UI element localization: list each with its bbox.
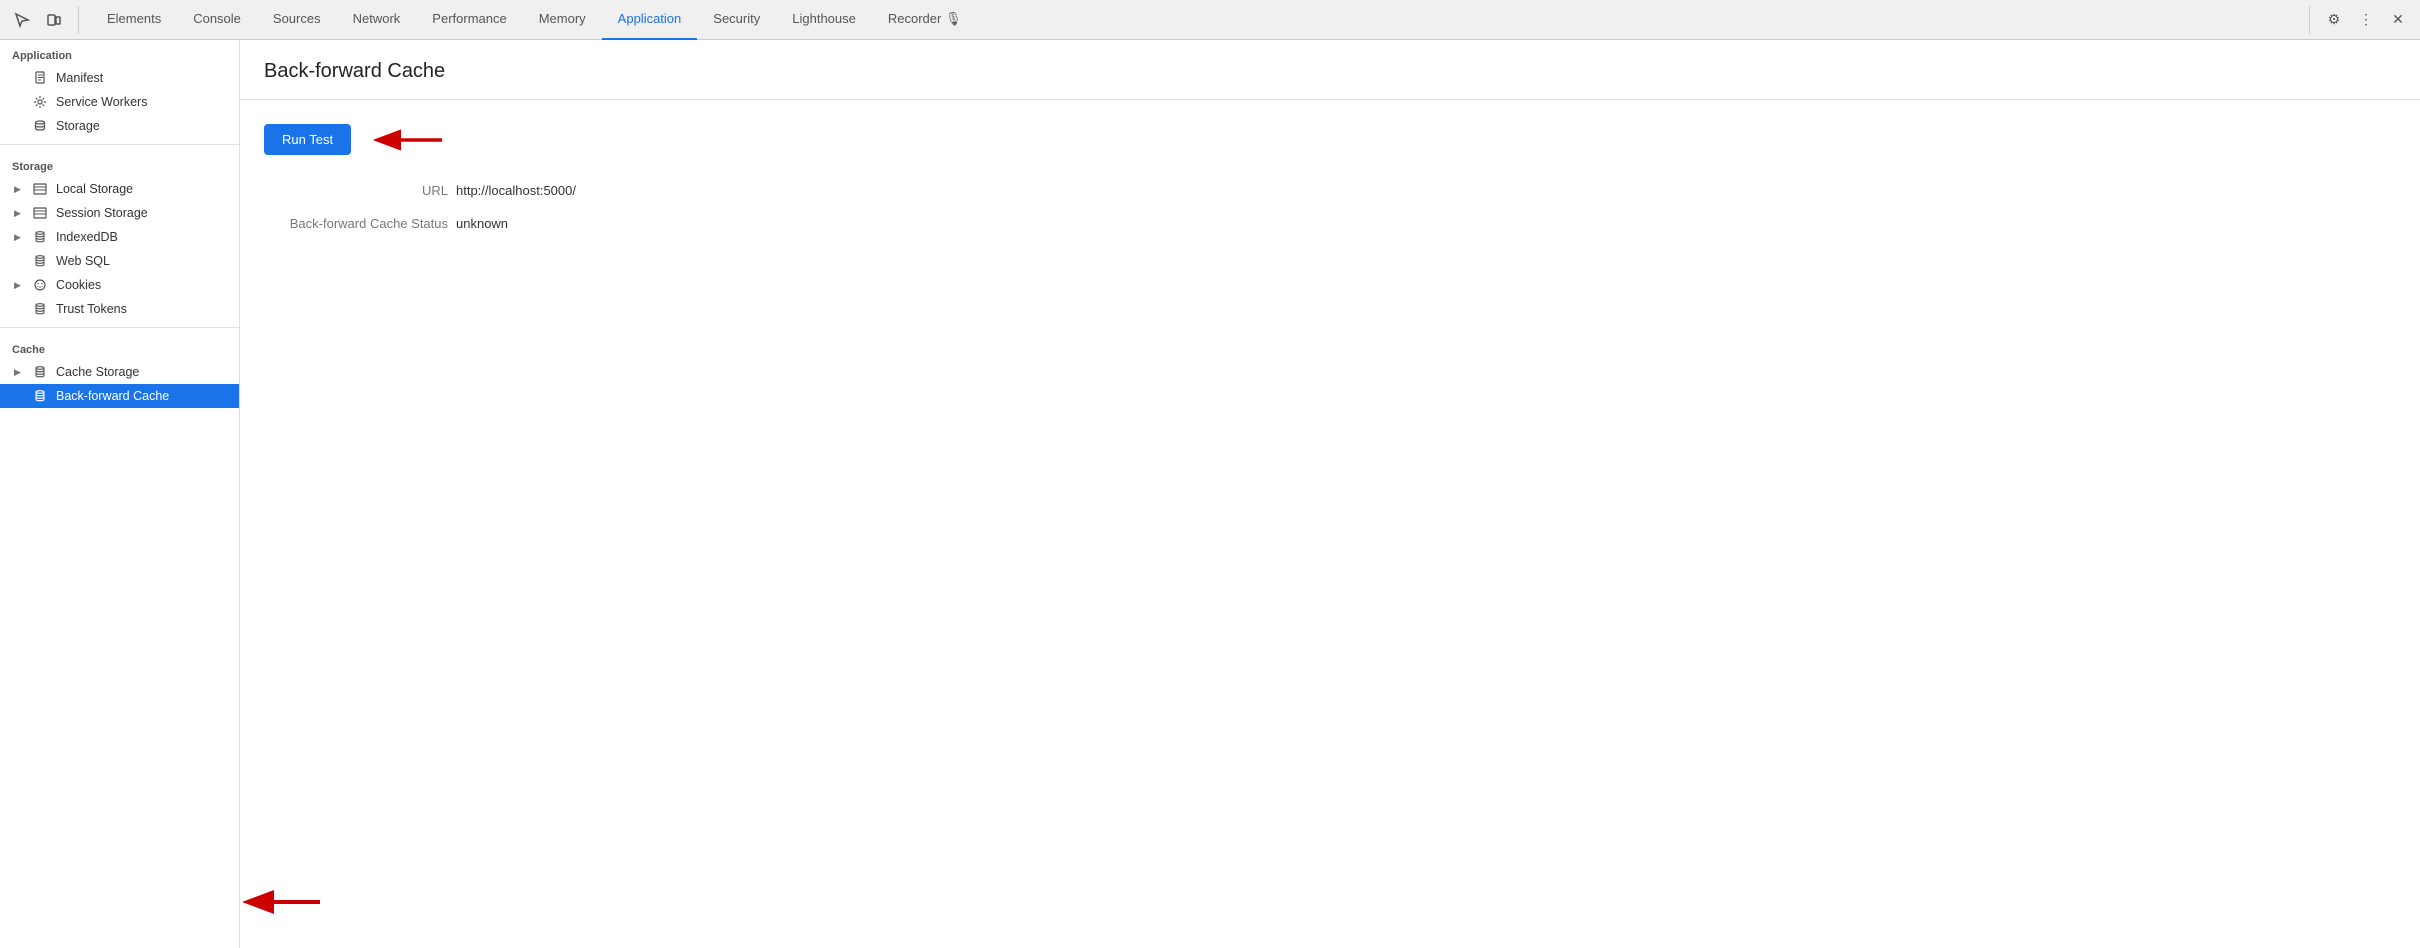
content-body: Run Test URL http://localhost:5000/ xyxy=(240,100,2420,273)
local-storage-label: Local Storage xyxy=(56,182,133,196)
tab-performance[interactable]: Performance xyxy=(416,0,522,40)
tab-recorder[interactable]: Recorder 🎙 xyxy=(872,0,978,40)
tab-elements[interactable]: Elements xyxy=(91,0,177,40)
trust-tokens-label: Trust Tokens xyxy=(56,302,127,316)
tab-list: Elements Console Sources Network Perform… xyxy=(91,0,2307,40)
sidebar-item-cache-storage[interactable]: ▶ Cache Storage xyxy=(0,360,239,384)
main-layout: Application Manifest Service xyxy=(0,40,2420,948)
session-storage-label: Session Storage xyxy=(56,206,148,220)
status-row: Back-forward Cache Status unknown xyxy=(264,216,2396,231)
inspect-button[interactable] xyxy=(8,6,36,34)
url-label: URL xyxy=(268,183,448,198)
tab-application[interactable]: Application xyxy=(602,0,698,40)
divider-2 xyxy=(0,327,239,328)
sidebar-item-indexeddb[interactable]: ▶ IndexedDB xyxy=(0,225,239,249)
cookies-icon xyxy=(32,278,48,292)
sidebar-section-cache: Cache xyxy=(0,334,239,360)
sidebar-item-manifest[interactable]: Manifest xyxy=(0,66,239,90)
sidebar-item-service-workers[interactable]: Service Workers xyxy=(0,90,239,114)
web-sql-label: Web SQL xyxy=(56,254,110,268)
cookies-chevron: ▶ xyxy=(14,280,24,291)
gear-icon xyxy=(32,95,48,109)
sidebar-section-application: Application xyxy=(0,40,239,66)
doc-icon xyxy=(32,71,48,85)
tab-network[interactable]: Network xyxy=(337,0,417,40)
back-forward-cache-row-wrapper: Back-forward Cache xyxy=(0,384,239,408)
indexeddb-label: IndexedDB xyxy=(56,230,118,244)
close-button[interactable]: ✕ xyxy=(2384,6,2412,34)
sidebar-item-session-storage[interactable]: ▶ Session Storage xyxy=(0,201,239,225)
manifest-label: Manifest xyxy=(56,71,103,85)
run-test-button[interactable]: Run Test xyxy=(264,124,351,155)
content-area: Back-forward Cache Run Test xyxy=(240,40,2420,948)
sidebar-item-back-forward-cache[interactable]: Back-forward Cache xyxy=(0,384,239,408)
cache-storage-chevron: ▶ xyxy=(14,367,24,378)
sidebar-item-web-sql[interactable]: Web SQL xyxy=(0,249,239,273)
local-storage-chevron: ▶ xyxy=(14,184,24,195)
cookies-label: Cookies xyxy=(56,278,101,292)
service-workers-label: Service Workers xyxy=(56,95,147,109)
status-label: Back-forward Cache Status xyxy=(268,216,448,231)
indexeddb-chevron: ▶ xyxy=(14,232,24,243)
storage-app-label: Storage xyxy=(56,119,100,133)
tab-memory[interactable]: Memory xyxy=(523,0,602,40)
indexeddb-icon xyxy=(32,230,48,244)
cache-storage-label: Cache Storage xyxy=(56,365,139,379)
settings-button[interactable]: ⚙ xyxy=(2320,6,2348,34)
sidebar-item-local-storage[interactable]: ▶ Local Storage xyxy=(0,177,239,201)
toolbar-icon-group xyxy=(8,6,79,34)
devtools-toolbar: Elements Console Sources Network Perform… xyxy=(0,0,2420,40)
tab-lighthouse[interactable]: Lighthouse xyxy=(776,0,872,40)
run-test-arrow xyxy=(371,125,451,155)
page-title: Back-forward Cache xyxy=(240,40,2420,100)
back-forward-cache-label: Back-forward Cache xyxy=(56,389,169,403)
more-options-button[interactable]: ⋮ xyxy=(2352,6,2380,34)
tab-console[interactable]: Console xyxy=(177,0,257,40)
trust-tokens-icon xyxy=(32,302,48,316)
sidebar-item-trust-tokens[interactable]: Trust Tokens xyxy=(0,297,239,321)
device-toggle-button[interactable] xyxy=(40,6,68,34)
sidebar-item-storage-app[interactable]: Storage xyxy=(0,114,239,138)
status-value: unknown xyxy=(456,216,508,231)
session-storage-chevron: ▶ xyxy=(14,208,24,219)
tab-sources[interactable]: Sources xyxy=(257,0,337,40)
local-storage-icon xyxy=(32,183,48,195)
toolbar-actions: ⚙ ⋮ ✕ xyxy=(2309,6,2412,34)
cache-storage-icon xyxy=(32,365,48,379)
web-sql-icon xyxy=(32,254,48,268)
sidebar-item-cookies[interactable]: ▶ Cookies xyxy=(0,273,239,297)
divider-1 xyxy=(0,144,239,145)
sidebar-section-storage: Storage xyxy=(0,151,239,177)
tab-security[interactable]: Security xyxy=(697,0,776,40)
back-forward-cache-icon xyxy=(32,389,48,403)
storage-db-icon xyxy=(32,119,48,133)
url-row: URL http://localhost:5000/ xyxy=(264,183,2396,198)
session-storage-icon xyxy=(32,207,48,219)
url-value: http://localhost:5000/ xyxy=(456,183,576,198)
run-test-row: Run Test xyxy=(264,124,2396,155)
sidebar: Application Manifest Service xyxy=(0,40,240,948)
